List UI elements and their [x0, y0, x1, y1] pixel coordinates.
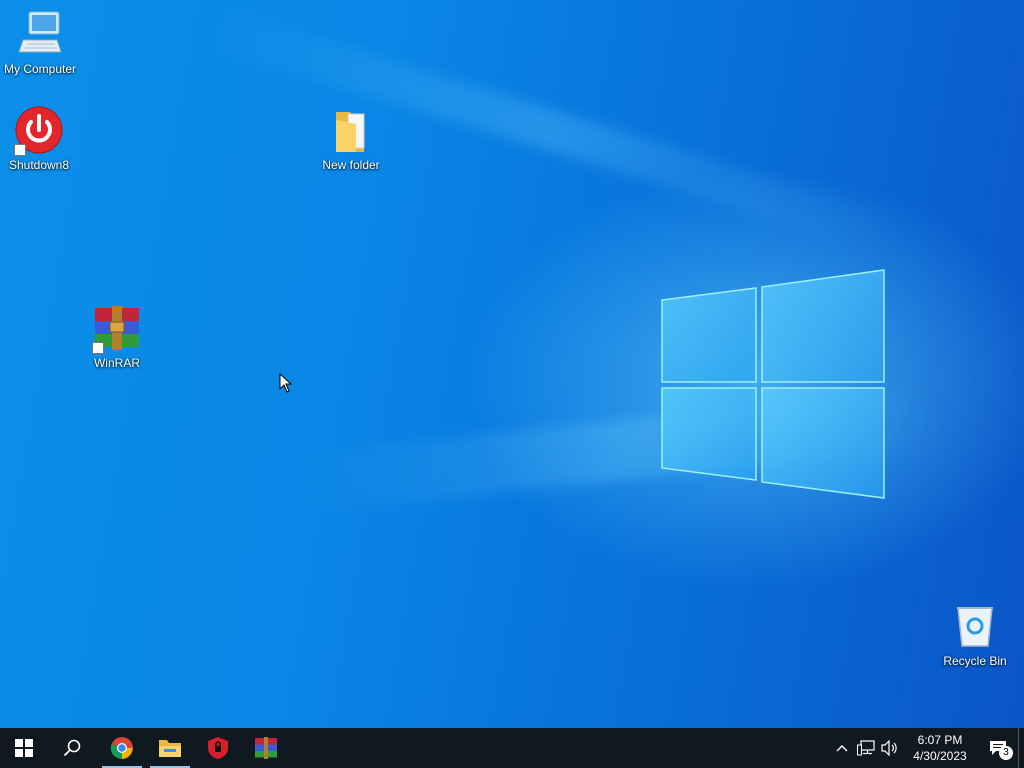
start-button[interactable] — [0, 728, 48, 768]
winrar-icon — [92, 304, 142, 354]
folder-icon — [326, 106, 376, 156]
chrome-icon — [110, 737, 133, 759]
power-icon — [14, 106, 64, 156]
action-center-button[interactable]: 3 — [978, 728, 1018, 768]
desktop-icon-new-folder[interactable]: New folder — [312, 106, 390, 172]
recycle-bin-icon — [950, 602, 1000, 652]
taskbar: 6:07 PM 4/30/2023 3 — [0, 728, 1024, 768]
show-hidden-icons-button[interactable] — [830, 728, 854, 768]
shortcut-arrow-icon — [92, 342, 104, 354]
windows-start-icon — [15, 739, 33, 757]
desktop-icon-label: Recycle Bin — [943, 654, 1007, 668]
taskbar-chrome-button[interactable] — [98, 728, 146, 768]
desktop-icon-shutdown8[interactable]: Shutdown8 — [0, 106, 78, 172]
clock-button[interactable]: 6:07 PM 4/30/2023 — [902, 728, 978, 768]
desktop-icon-label: My Computer — [3, 62, 77, 76]
shield-icon — [208, 737, 228, 759]
desktop-icon-recycle-bin[interactable]: Recycle Bin — [936, 602, 1014, 668]
desktop-icon-winrar[interactable]: WinRAR — [78, 304, 156, 370]
desktop-icon-label: WinRAR — [93, 356, 140, 370]
search-icon — [63, 739, 81, 757]
shortcut-arrow-icon — [14, 144, 26, 156]
mouse-cursor-icon — [279, 373, 293, 393]
speaker-icon — [881, 740, 897, 756]
volume-button[interactable] — [878, 728, 902, 768]
clock-date: 4/30/2023 — [913, 749, 967, 763]
folder-icon — [159, 740, 181, 757]
desktop-icon-label: Shutdown8 — [8, 158, 70, 172]
network-icon — [857, 740, 875, 756]
taskbar-file-explorer-button[interactable] — [146, 728, 194, 768]
desktop: My Computer Shutdown8 New folder WinRAR … — [0, 0, 1024, 728]
network-button[interactable] — [854, 728, 878, 768]
taskbar-winrar-button[interactable] — [242, 728, 290, 768]
search-button[interactable] — [48, 728, 96, 768]
show-desktop-button[interactable] — [1018, 728, 1024, 768]
winrar-icon — [255, 737, 277, 759]
system-tray: 6:07 PM 4/30/2023 3 — [830, 728, 1024, 768]
desktop-icon-label: New folder — [322, 158, 380, 172]
taskbar-security-button[interactable] — [194, 728, 242, 768]
clock-time: 6:07 PM — [917, 733, 963, 747]
windows-logo-wallpaper — [661, 269, 885, 499]
chevron-up-icon — [836, 745, 848, 752]
computer-icon — [15, 10, 65, 60]
notification-count-badge: 3 — [999, 746, 1013, 760]
desktop-icon-my-computer[interactable]: My Computer — [1, 10, 79, 76]
